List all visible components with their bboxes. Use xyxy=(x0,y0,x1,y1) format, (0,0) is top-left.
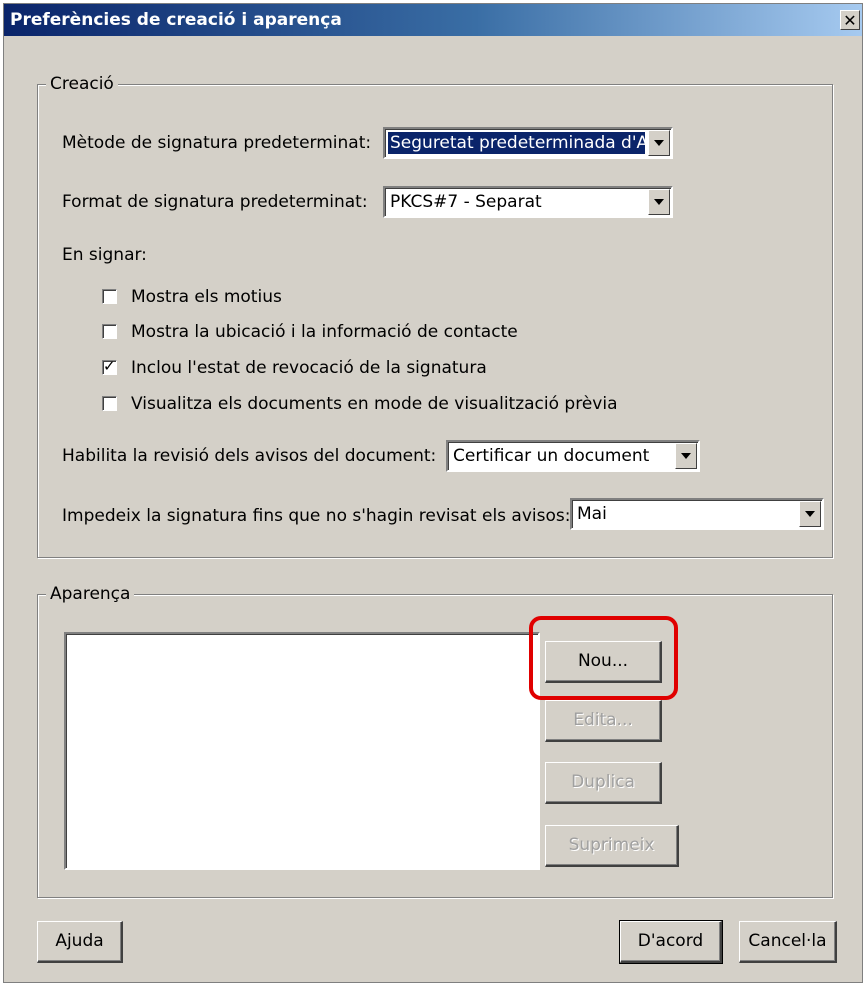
show-location-label[interactable]: Mostra la ubicació i la informació de co… xyxy=(131,321,518,343)
show-reasons-checkbox[interactable] xyxy=(102,289,117,304)
appearance-list[interactable] xyxy=(64,632,540,870)
appearance-legend: Aparença xyxy=(46,583,135,605)
chevron-down-icon[interactable] xyxy=(675,443,697,469)
show-reasons-label[interactable]: Mostra els motius xyxy=(131,286,282,308)
preferences-dialog: Preferències de creació i aparença ✕ Cre… xyxy=(3,3,863,983)
delete-button[interactable]: Suprimeix xyxy=(545,825,679,867)
review-warnings-value: Certificar un document xyxy=(453,446,650,466)
prevent-signing-value: Mai xyxy=(577,504,607,524)
default-format-value: PKCS#7 - Separat xyxy=(390,192,542,212)
cancel-button[interactable]: Cancel·la xyxy=(739,921,837,963)
window-title: Preferències de creació i aparença xyxy=(10,10,342,30)
default-format-select[interactable]: PKCS#7 - Separat xyxy=(383,186,673,218)
help-button[interactable]: Ajuda xyxy=(37,921,123,963)
include-revocation-label[interactable]: Inclou l'estat de revocació de la signat… xyxy=(131,357,487,379)
review-warnings-label: Habilita la revisió dels avisos del docu… xyxy=(62,446,437,466)
ok-button[interactable]: D'acord xyxy=(619,920,723,964)
include-revocation-checkbox[interactable]: ✓ xyxy=(102,357,117,375)
close-icon: ✕ xyxy=(843,11,857,30)
default-method-select[interactable]: Seguretat predeterminada d'Adobe xyxy=(383,127,673,159)
creation-legend: Creació xyxy=(46,73,118,95)
chevron-down-icon[interactable] xyxy=(648,130,670,156)
edit-button[interactable]: Edita... xyxy=(545,700,662,742)
default-method-value: Seguretat predeterminada d'Adobe xyxy=(387,131,646,155)
default-method-label: Mètode de signatura predeterminat: xyxy=(62,133,372,153)
checkmark-icon: ✓ xyxy=(103,357,116,375)
preview-mode-checkbox[interactable] xyxy=(102,396,117,411)
show-location-checkbox[interactable] xyxy=(102,324,117,339)
chevron-down-icon[interactable] xyxy=(648,189,670,215)
prevent-signing-label: Impedeix la signatura fins que no s'hagi… xyxy=(62,506,571,526)
duplicate-button[interactable]: Duplica xyxy=(545,762,662,804)
when-signing-label: En signar: xyxy=(62,245,147,265)
prevent-signing-select[interactable]: Mai xyxy=(570,498,824,530)
new-button[interactable]: Nou... xyxy=(545,641,662,683)
default-format-label: Format de signatura predeterminat: xyxy=(62,192,368,212)
review-warnings-select[interactable]: Certificar un document xyxy=(446,440,700,472)
close-button[interactable]: ✕ xyxy=(840,10,860,30)
chevron-down-icon[interactable] xyxy=(799,501,821,527)
preview-mode-label[interactable]: Visualitza els documents en mode de visu… xyxy=(131,393,618,415)
title-bar: Preferències de creació i aparença ✕ xyxy=(4,4,862,36)
